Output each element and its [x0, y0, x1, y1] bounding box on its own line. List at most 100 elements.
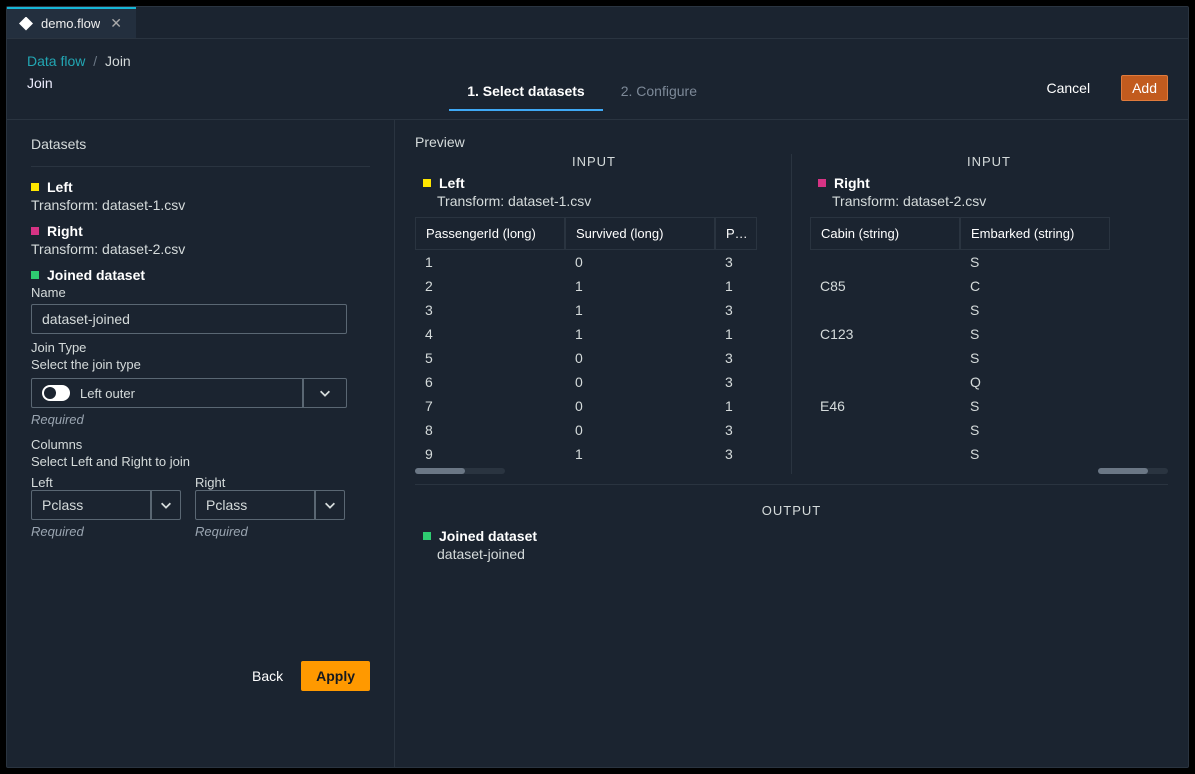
- cell: S: [960, 298, 1110, 322]
- close-icon[interactable]: ✕: [108, 15, 124, 32]
- cell: S: [960, 418, 1110, 442]
- cell: [810, 418, 960, 442]
- cell: 3: [715, 298, 757, 322]
- chevron-down-icon[interactable]: [303, 378, 347, 408]
- column-header[interactable]: Pclass: [715, 217, 757, 250]
- cell: S: [960, 250, 1110, 274]
- column-header[interactable]: PassengerId (long): [415, 217, 565, 250]
- join-type-hint: Select the join type: [31, 357, 370, 372]
- input-label-right: INPUT: [810, 154, 1168, 169]
- table-row[interactable]: C123S: [810, 322, 1168, 346]
- chevron-down-icon[interactable]: [151, 490, 181, 520]
- cell: C123: [810, 322, 960, 346]
- cell: 3: [715, 418, 757, 442]
- table-row[interactable]: 313: [415, 298, 773, 322]
- breadcrumb: Data flow / Join: [27, 53, 131, 69]
- step-select-datasets[interactable]: 1. Select datasets: [449, 75, 603, 111]
- apply-button[interactable]: Apply: [301, 661, 370, 691]
- dataset-joined-name: Joined dataset: [47, 267, 145, 283]
- table-row[interactable]: C85C: [810, 274, 1168, 298]
- dataset-joined: Joined dataset Name Join Type Select the…: [31, 267, 370, 539]
- add-button[interactable]: Add: [1121, 75, 1168, 101]
- dataset-right-name: Right: [47, 223, 83, 239]
- output-name: Joined dataset: [439, 528, 537, 544]
- column-header[interactable]: Embarked (string): [960, 217, 1110, 250]
- tab-strip: demo.flow ✕: [7, 7, 1188, 39]
- cell: [810, 250, 960, 274]
- columns-label: Columns: [31, 437, 370, 452]
- cell: [810, 298, 960, 322]
- table-row[interactable]: Q: [810, 370, 1168, 394]
- table-row[interactable]: 411: [415, 322, 773, 346]
- table-row[interactable]: S: [810, 298, 1168, 322]
- table-row[interactable]: 701: [415, 394, 773, 418]
- file-tab[interactable]: demo.flow ✕: [7, 7, 136, 38]
- sidebar: Datasets Left Transform: dataset-1.csv R…: [7, 120, 395, 767]
- left-column-select[interactable]: Pclass: [31, 490, 181, 520]
- cell: 1: [565, 298, 715, 322]
- cell: 0: [565, 346, 715, 370]
- chevron-down-icon[interactable]: [315, 490, 345, 520]
- column-header[interactable]: Survived (long): [565, 217, 715, 250]
- preview-heading: Preview: [415, 134, 1168, 150]
- input-right-pane: INPUT Right Transform: dataset-2.csv Cab…: [792, 154, 1168, 474]
- table-row[interactable]: 913: [415, 442, 773, 466]
- cell: 0: [565, 250, 715, 274]
- preview-left-sub: Transform: dataset-1.csv: [437, 193, 773, 209]
- table-row[interactable]: S: [810, 346, 1168, 370]
- cell: 2: [415, 274, 565, 298]
- right-swatch-icon: [818, 179, 826, 187]
- join-type-select[interactable]: Left outer: [31, 378, 347, 408]
- table-row[interactable]: 211: [415, 274, 773, 298]
- table-row[interactable]: 503: [415, 346, 773, 370]
- scrollbar-horizontal[interactable]: [1098, 468, 1168, 474]
- right-column-select[interactable]: Pclass: [195, 490, 345, 520]
- table-row[interactable]: 603: [415, 370, 773, 394]
- cell: 3: [415, 298, 565, 322]
- cell: [810, 346, 960, 370]
- cell: 9: [415, 442, 565, 466]
- datasets-heading: Datasets: [31, 136, 370, 152]
- cell: S: [960, 394, 1110, 418]
- cell: S: [960, 346, 1110, 370]
- step-tabs: 1. Select datasets 2. Configure: [449, 75, 715, 111]
- right-column-required: Required: [195, 524, 345, 539]
- preview-right-name: Right: [834, 175, 870, 191]
- cell: 3: [715, 346, 757, 370]
- dataset-right: Right Transform: dataset-2.csv: [31, 223, 370, 257]
- cell: S: [960, 322, 1110, 346]
- joined-swatch-icon: [423, 532, 431, 540]
- table-row[interactable]: E46S: [810, 394, 1168, 418]
- cell: 1: [715, 394, 757, 418]
- preview-pane: Preview INPUT Left Transform: dataset-1.…: [395, 120, 1188, 767]
- name-label: Name: [31, 285, 370, 300]
- join-type-required: Required: [31, 412, 370, 427]
- left-swatch-icon: [31, 183, 39, 191]
- table-row[interactable]: S: [810, 250, 1168, 274]
- step-configure[interactable]: 2. Configure: [603, 75, 715, 111]
- scrollbar-horizontal[interactable]: [415, 468, 505, 474]
- cell: 0: [565, 418, 715, 442]
- back-button[interactable]: Back: [252, 668, 283, 684]
- joined-name-input[interactable]: [31, 304, 347, 334]
- left-column-required: Required: [31, 524, 181, 539]
- table-row[interactable]: 803: [415, 418, 773, 442]
- breadcrumb-root[interactable]: Data flow: [27, 53, 85, 69]
- page-title: Join: [27, 75, 131, 91]
- body: Datasets Left Transform: dataset-1.csv R…: [7, 120, 1188, 767]
- right-swatch-icon: [31, 227, 39, 235]
- cell: 3: [715, 370, 757, 394]
- cancel-button[interactable]: Cancel: [1033, 75, 1103, 101]
- table-row[interactable]: 103: [415, 250, 773, 274]
- input-label-left: INPUT: [415, 154, 773, 169]
- left-column-value: Pclass: [31, 490, 151, 520]
- dataset-left-sub: Transform: dataset-1.csv: [31, 197, 370, 213]
- output-label: OUTPUT: [415, 503, 1168, 518]
- table-row[interactable]: S: [810, 418, 1168, 442]
- column-header[interactable]: Cabin (string): [810, 217, 960, 250]
- toggle-icon: [42, 385, 70, 401]
- table-row[interactable]: S: [810, 442, 1168, 466]
- cell: 1: [565, 274, 715, 298]
- cell: [810, 370, 960, 394]
- cell: [810, 442, 960, 466]
